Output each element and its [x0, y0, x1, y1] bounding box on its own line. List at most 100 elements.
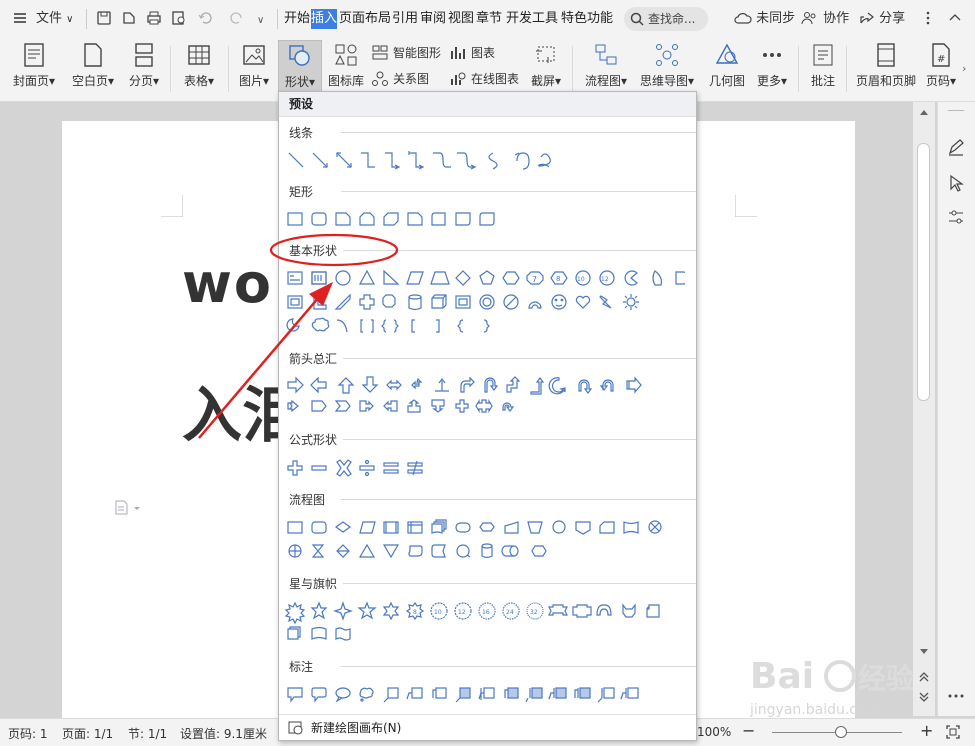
screenshot-icon	[536, 46, 555, 63]
tab-chapter[interactable]: 章节	[476, 9, 502, 29]
collapse-ribbon-icon[interactable]	[947, 10, 963, 32]
next-page-icon[interactable]	[918, 692, 930, 704]
tab-review[interactable]: 审阅	[420, 9, 446, 29]
divider	[798, 46, 799, 92]
hamburger-icon[interactable]	[12, 10, 28, 32]
section-title-lines: 线条	[289, 125, 320, 141]
command-search[interactable]: 查找命...	[624, 7, 708, 31]
star-banner-shapes-grid[interactable]: 8 10 12 16 24 32	[285, 601, 695, 645]
share-button[interactable]: 分享	[859, 8, 905, 30]
callout-shapes-row[interactable]	[285, 684, 695, 706]
header-footer-button[interactable]: 页眉和页脚	[852, 40, 920, 88]
chart-button[interactable]: 图表	[450, 44, 495, 62]
divider	[277, 9, 278, 29]
rectangle-shapes-row[interactable]	[285, 210, 505, 228]
divider	[341, 439, 696, 440]
more-options-icon[interactable]	[920, 10, 936, 32]
tab-home[interactable]: 开始	[284, 9, 310, 29]
zoom-slider-handle[interactable]	[835, 726, 847, 738]
icon-library-button[interactable]: 图标库	[326, 40, 366, 88]
status-section: 节: 1/1	[128, 727, 168, 741]
quick-access-more-icon[interactable]: ∨	[257, 10, 264, 32]
flowchart-shapes-grid[interactable]	[285, 518, 695, 562]
table-icon	[188, 45, 210, 65]
more-button[interactable]: 更多▾	[754, 40, 790, 88]
smart-art-button[interactable]: 智能图形	[372, 44, 441, 62]
collab-button[interactable]: 协作	[801, 8, 849, 30]
fit-page-icon[interactable]	[946, 725, 960, 739]
table-button[interactable]: 表格▾	[178, 40, 220, 88]
tab-special-features[interactable]: 特色功能	[561, 9, 613, 29]
page-number-button[interactable]: # 页码▾	[924, 40, 958, 88]
status-pages: 页面: 1/1	[62, 727, 114, 741]
comment-button[interactable]: 批注	[806, 40, 840, 88]
tab-page-layout[interactable]: 页面布局	[339, 9, 391, 29]
redo-icon[interactable]	[229, 10, 245, 32]
relation-chart-icon	[372, 71, 388, 86]
undo-icon[interactable]	[197, 10, 217, 32]
mindmap-button[interactable]: 思维导图▾	[638, 40, 696, 88]
ribbon-scroll-right-icon[interactable]: ›	[962, 62, 966, 75]
divider	[341, 191, 696, 192]
screenshot-button[interactable]: 截屏▾	[526, 40, 566, 88]
svg-text:24: 24	[506, 609, 514, 616]
more-dots-icon[interactable]	[947, 692, 965, 700]
scroll-down-icon[interactable]	[919, 648, 929, 656]
print-icon[interactable]	[146, 10, 162, 32]
geometry-button[interactable]: 几何图	[706, 40, 748, 88]
online-chart-icon	[451, 72, 466, 85]
annotation-arrow	[198, 282, 333, 439]
divider	[846, 46, 847, 92]
pen-icon[interactable]	[947, 138, 965, 156]
zoom-out-icon[interactable]: −	[742, 721, 755, 740]
page-break-icon	[135, 43, 153, 67]
canvas-icon	[288, 721, 303, 735]
cover-page-button[interactable]: 封面页▾	[8, 40, 60, 88]
section-title-rectangles: 矩形	[289, 184, 320, 200]
flowchart-icon	[595, 44, 617, 65]
divider	[341, 666, 696, 667]
svg-text:32: 32	[530, 609, 538, 616]
sync-status[interactable]: 未同步	[734, 8, 795, 30]
zoom-level[interactable]: 100%	[697, 725, 731, 739]
online-chart-button[interactable]: 在线图表	[450, 70, 519, 88]
formula-shapes-row[interactable]	[285, 458, 445, 478]
svg-text:12: 12	[458, 609, 466, 616]
export-icon[interactable]	[121, 10, 137, 32]
svg-text:#: #	[937, 54, 945, 65]
new-drawing-canvas-button[interactable]: 新建绘图画布(N)	[279, 714, 696, 741]
save-icon[interactable]	[96, 10, 112, 32]
status-setting: 设置值: 9.1厘米	[180, 727, 267, 741]
line-shapes-row[interactable]	[285, 149, 565, 173]
flowchart-button[interactable]: 流程图▾	[580, 40, 632, 88]
shape-button[interactable]: 形状▾	[278, 40, 322, 92]
scroll-up-icon[interactable]	[919, 108, 929, 116]
previous-page-icon[interactable]	[918, 670, 930, 682]
share-icon	[860, 12, 874, 24]
people-icon	[801, 12, 816, 25]
paste-options-icon[interactable]	[114, 499, 144, 515]
scrollbar-thumb[interactable]	[917, 143, 930, 401]
annotation-circle	[269, 233, 399, 267]
page-break-button[interactable]: 分页▾	[124, 40, 164, 88]
more-dots-icon	[763, 53, 781, 57]
zoom-in-icon[interactable]: +	[920, 721, 933, 740]
svg-text:10: 10	[434, 609, 442, 616]
tab-developer[interactable]: 开发工具	[506, 9, 558, 29]
arrow-shapes-grid[interactable]	[285, 376, 685, 420]
relation-chart-button[interactable]: 关系图	[372, 70, 429, 88]
tab-references[interactable]: 引用	[392, 9, 418, 29]
settings-sliders-icon[interactable]	[947, 208, 965, 226]
divider	[572, 46, 573, 92]
picture-button[interactable]: 图片▾	[234, 40, 274, 88]
basic-shapes-grid[interactable]: 7 8 10 12	[285, 269, 685, 337]
blank-page-button[interactable]: 空白页▾	[68, 40, 118, 88]
file-menu[interactable]: 文件 ∨	[36, 8, 73, 30]
select-cursor-icon[interactable]	[947, 174, 965, 192]
chevron-down-icon: ∨	[66, 14, 74, 25]
page-number-icon: #	[932, 43, 950, 67]
tab-insert[interactable]: 插入	[311, 9, 337, 29]
tab-view[interactable]: 视图	[448, 9, 474, 29]
print-preview-icon[interactable]	[171, 10, 187, 32]
divider	[86, 9, 87, 29]
